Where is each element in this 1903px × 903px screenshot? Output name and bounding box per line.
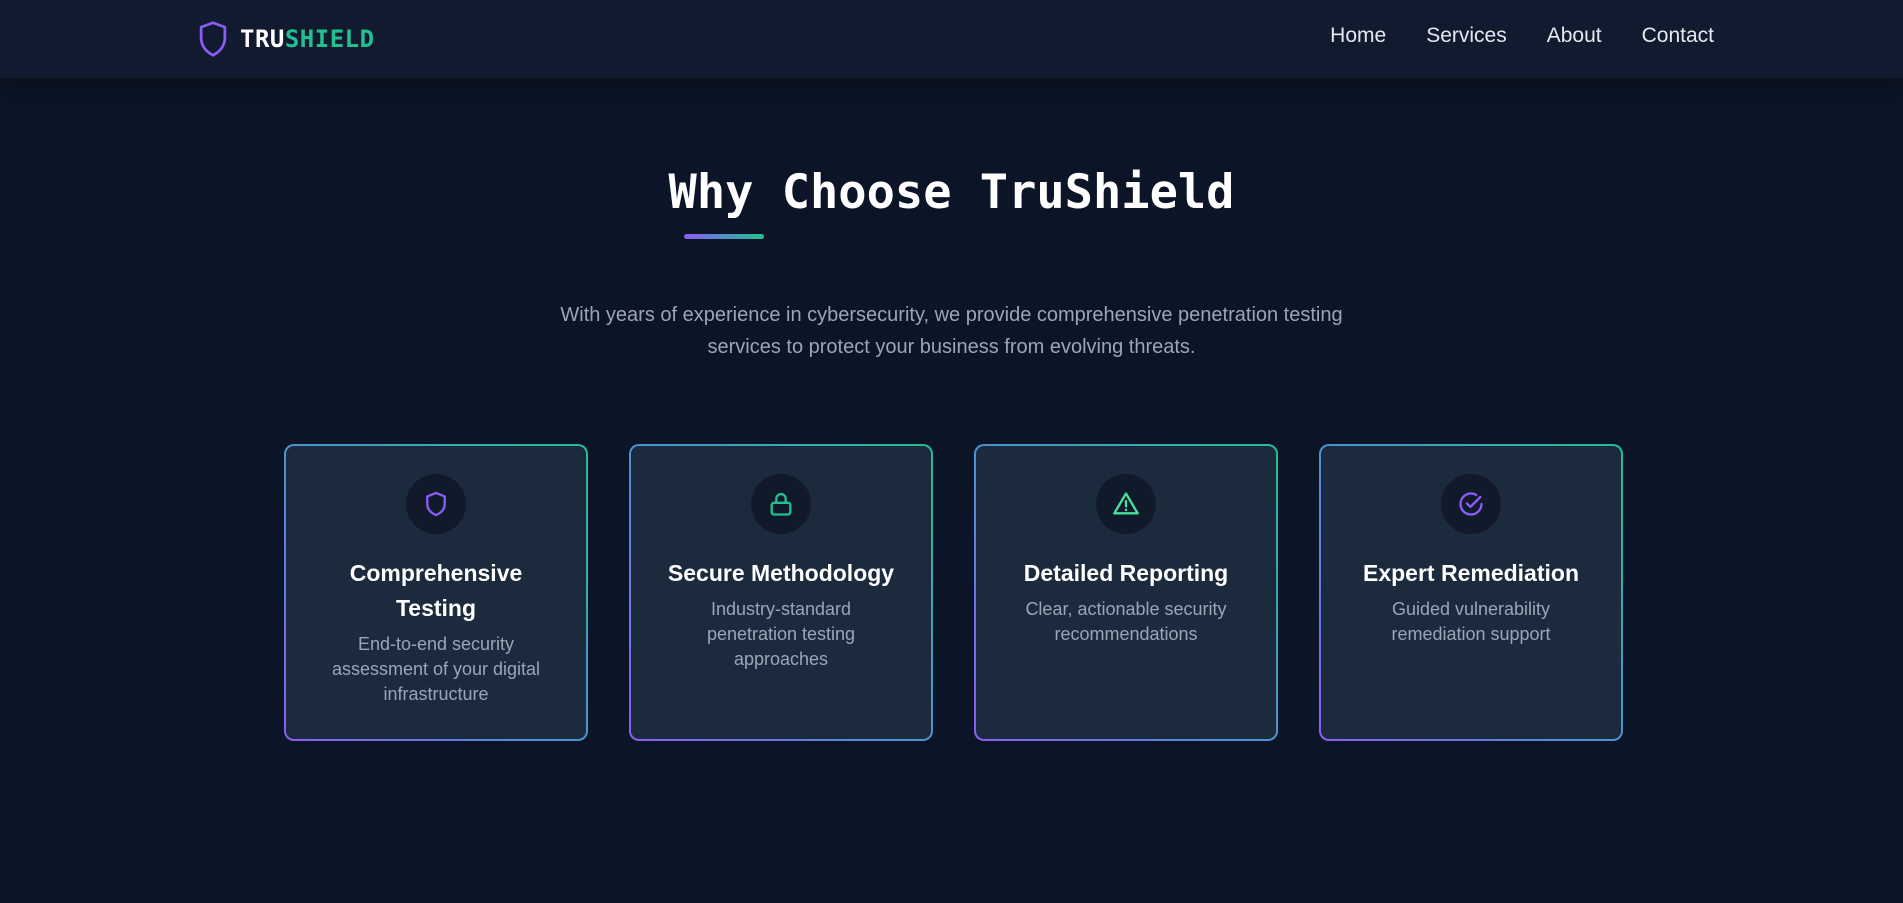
section-intro: With years of experience in cybersecurit… (560, 304, 1343, 358)
section-title: Why Choose TruShield (668, 165, 1235, 220)
nav-link-contact[interactable]: Contact (1642, 24, 1714, 48)
warning-icon (1113, 492, 1139, 515)
shield-logo-icon (199, 21, 227, 57)
card-body: Comprehensive Testing End-to-end securit… (286, 446, 586, 739)
card-body: Detailed Reporting Clear, actionable sec… (976, 446, 1276, 739)
icon-badge (1441, 474, 1501, 534)
nav-link-home[interactable]: Home (1330, 24, 1386, 48)
card-description: Industry-standard penetration testing ap… (706, 599, 856, 669)
feature-card-detailed-reporting: Detailed Reporting Clear, actionable sec… (974, 444, 1278, 741)
navbar: TRUSHIELD Home Services About Contact (0, 0, 1903, 78)
title-underline (684, 234, 764, 239)
nav-link-services[interactable]: Services (1426, 24, 1507, 48)
card-title: Comprehensive Testing (349, 560, 523, 621)
icon-badge (751, 474, 811, 534)
check-circle-icon (1459, 492, 1483, 516)
feature-card-secure-methodology: Secure Methodology Industry-standard pen… (629, 444, 933, 741)
feature-cards: Comprehensive Testing End-to-end securit… (284, 444, 1623, 741)
card-title: Secure Methodology (667, 560, 895, 586)
feature-card-expert-remediation: Expert Remediation Guided vulnerability … (1319, 444, 1623, 741)
card-title: Expert Remediation (1363, 560, 1579, 586)
lock-icon (770, 492, 792, 516)
card-description: End-to-end security assessment of your d… (331, 634, 541, 704)
brand-name-part1: TRU (240, 25, 285, 53)
icon-badge (406, 474, 466, 534)
card-body: Expert Remediation Guided vulnerability … (1321, 446, 1621, 739)
brand-name-part2: SHIELD (284, 25, 375, 53)
card-description: Clear, actionable security recommendatio… (1025, 599, 1227, 644)
card-description: Guided vulnerability remediation support (1391, 599, 1551, 644)
icon-badge (1096, 474, 1156, 534)
logo[interactable]: TRUSHIELD (198, 19, 375, 59)
card-body: Secure Methodology Industry-standard pen… (631, 446, 931, 739)
feature-card-comprehensive-testing: Comprehensive Testing End-to-end securit… (284, 444, 588, 741)
card-title: Detailed Reporting (1023, 560, 1229, 586)
shield-icon (426, 491, 446, 517)
nav-link-about[interactable]: About (1547, 24, 1602, 48)
brand-name: TRUSHIELD (240, 25, 375, 53)
main-nav: Home Services About Contact (1330, 24, 1714, 48)
